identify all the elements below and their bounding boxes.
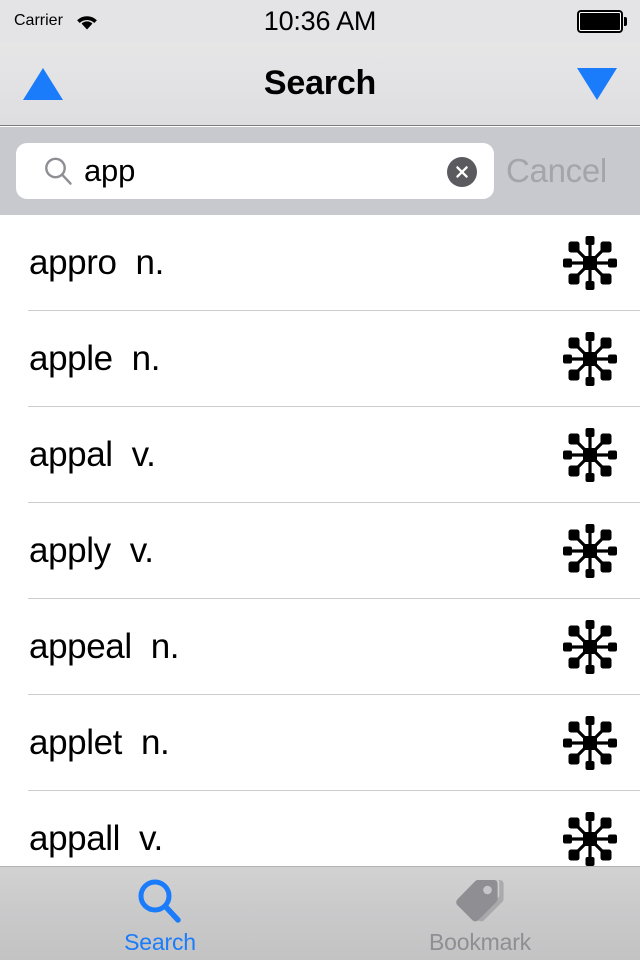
- row-text: apple n.: [29, 311, 160, 407]
- row-text: appeal n.: [29, 599, 179, 695]
- entry-part-of-speech: n.: [135, 243, 165, 282]
- navigation-bar: Search: [0, 42, 640, 126]
- hub-node-icon[interactable]: [560, 311, 620, 407]
- entry-part-of-speech: v.: [139, 819, 163, 858]
- battery-icon: [577, 9, 627, 33]
- table-row[interactable]: apply v.: [0, 503, 640, 599]
- tab-bookmark[interactable]: Bookmark: [320, 867, 640, 960]
- search-input[interactable]: [84, 143, 444, 199]
- entry-word: appall: [29, 819, 121, 858]
- entry-part-of-speech: v.: [131, 435, 156, 474]
- hub-node-icon[interactable]: [560, 695, 620, 791]
- search-field[interactable]: [16, 143, 494, 199]
- table-row[interactable]: appeal n.: [0, 599, 640, 695]
- cancel-button[interactable]: Cancel: [506, 143, 640, 199]
- hub-node-icon[interactable]: [560, 503, 620, 599]
- hub-node-icon[interactable]: [560, 215, 620, 311]
- entry-word: apple: [29, 339, 113, 378]
- search-bar: Cancel: [0, 127, 640, 215]
- hub-node-icon[interactable]: [560, 791, 620, 866]
- search-icon: [42, 155, 74, 187]
- entry-part-of-speech: n.: [140, 723, 170, 762]
- entry-part-of-speech: n.: [131, 339, 161, 378]
- status-bar-right: [577, 0, 627, 42]
- tab-bar: Search Bookmark: [0, 866, 640, 960]
- entry-word: appal: [29, 435, 113, 474]
- row-text: apply v.: [29, 503, 154, 599]
- next-button[interactable]: [554, 42, 640, 125]
- search-icon: [134, 876, 186, 928]
- tab-bookmark-label: Bookmark: [429, 929, 531, 955]
- tab-search[interactable]: Search: [0, 867, 320, 960]
- clear-icon[interactable]: [447, 157, 477, 187]
- entry-word: appro: [29, 243, 117, 282]
- row-text: appro n.: [29, 215, 164, 311]
- row-text: appall v.: [29, 791, 163, 866]
- entry-word: apply: [29, 531, 111, 570]
- entry-part-of-speech: v.: [129, 531, 154, 570]
- hub-node-icon[interactable]: [560, 407, 620, 503]
- tab-search-label: Search: [124, 929, 196, 955]
- search-results-list[interactable]: appro n. apple n. appal v. apply v. appe…: [0, 215, 640, 866]
- page-title: Search: [263, 64, 377, 102]
- entry-part-of-speech: n.: [150, 627, 180, 666]
- triangle-down-icon: [577, 67, 617, 100]
- entry-word: applet: [29, 723, 122, 762]
- tag-icon: [454, 876, 506, 928]
- row-text: applet n.: [29, 695, 170, 791]
- status-bar-time: 10:36 AM: [263, 6, 377, 36]
- table-row[interactable]: appall v.: [0, 791, 640, 866]
- table-row[interactable]: applet n.: [0, 695, 640, 791]
- table-row[interactable]: appal v.: [0, 407, 640, 503]
- entry-word: appeal: [29, 627, 132, 666]
- table-row[interactable]: appro n.: [0, 215, 640, 311]
- table-row[interactable]: apple n.: [0, 311, 640, 407]
- row-text: appal v.: [29, 407, 156, 503]
- app-screen: Carrier 10:36 AM Search app Cancel appro…: [0, 0, 640, 960]
- hub-node-icon[interactable]: [560, 599, 620, 695]
- status-bar: Carrier 10:36 AM: [0, 0, 640, 42]
